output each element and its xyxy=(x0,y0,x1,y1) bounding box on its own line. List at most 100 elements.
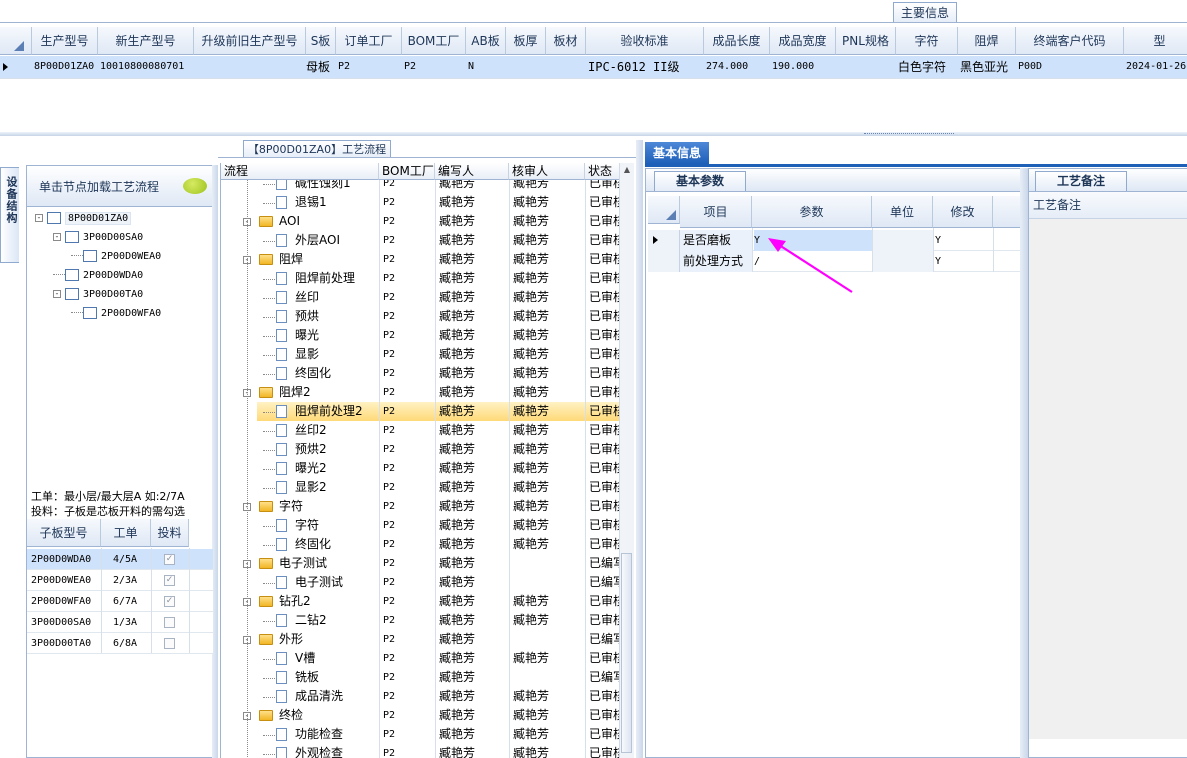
process-step-label[interactable]: 预烘2 xyxy=(295,440,379,459)
sub-grid-col-header[interactable]: 投料 xyxy=(151,519,189,547)
process-step-factory: P2 xyxy=(383,216,396,227)
param-col-header[interactable]: 参数 xyxy=(752,196,872,228)
process-step-label[interactable]: 阻焊前处理2 xyxy=(295,402,379,421)
top-grid-col-header[interactable]: 板厚 xyxy=(506,27,546,55)
top-grid-cell: N xyxy=(468,61,475,72)
process-step-label[interactable]: 字符 xyxy=(279,497,379,516)
top-grid-col-header[interactable]: PNL规格 xyxy=(836,27,896,55)
process-step-label[interactable]: 外形 xyxy=(279,630,379,649)
left-panel-splitter[interactable] xyxy=(212,165,218,758)
process-step-status: 已审核 xyxy=(589,195,621,209)
process-step-factory: P2 xyxy=(383,520,396,531)
process-step-status: 已编写 xyxy=(589,556,621,570)
structure-tree-node[interactable]: 2P00D0WDA0 xyxy=(53,267,143,284)
top-grid-col-header[interactable]: 验收标准 xyxy=(586,27,704,55)
remark-tab[interactable]: 工艺备注 xyxy=(1035,171,1127,191)
sub-grid-col-header[interactable]: 工单 xyxy=(101,519,151,547)
process-scrollbar[interactable]: ▲ xyxy=(619,163,634,758)
top-grid-col-header[interactable]: AB板 xyxy=(466,27,506,55)
process-step-label[interactable]: 显影 xyxy=(295,345,379,364)
process-step-label[interactable]: 钻孔2 xyxy=(279,592,379,611)
feed-checkbox[interactable]: ✓ xyxy=(164,596,175,607)
process-step-label[interactable]: 曝光 xyxy=(295,326,379,345)
process-step-label[interactable]: 阻焊前处理 xyxy=(295,269,379,288)
top-grid-col-header[interactable]: 终端客户代码 xyxy=(1016,27,1124,55)
top-grid-col-header[interactable]: S板 xyxy=(306,27,336,55)
right-splitter[interactable] xyxy=(1020,168,1028,758)
device-structure-side-tab[interactable]: 设备结构 xyxy=(0,167,19,263)
remark-body[interactable] xyxy=(1029,219,1187,739)
structure-tree-node[interactable]: 2P00D0WFA0 xyxy=(71,305,161,322)
basic-params-tab[interactable]: 基本参数 xyxy=(654,171,746,191)
tree-connector xyxy=(53,274,65,275)
top-grid-col-header[interactable]: 成品宽度 xyxy=(770,27,836,55)
top-grid-col-header[interactable]: 新生产型号 xyxy=(98,27,194,55)
top-grid-col-header[interactable]: 阻焊 xyxy=(958,27,1016,55)
basic-info-tab[interactable]: 基本信息 xyxy=(645,142,709,164)
top-grid-col-header[interactable]: 成品长度 xyxy=(704,27,770,55)
folder-icon xyxy=(259,254,273,265)
structure-tree: -8P00D01ZA0 -3P00D00SA0 2P00D0WEA0 2P00D0WD… xyxy=(27,207,215,523)
process-step-factory: P2 xyxy=(383,596,396,607)
structure-tree-node[interactable]: - 3P00D00SA0 xyxy=(53,229,143,246)
process-step-label[interactable]: 成品清洗 xyxy=(295,687,379,706)
process-step-label[interactable]: 终固化 xyxy=(295,535,379,554)
process-step-label[interactable]: 曝光2 xyxy=(295,459,379,478)
process-step-factory: P2 xyxy=(383,254,396,265)
process-step-label[interactable]: 显影2 xyxy=(295,478,379,497)
process-step-label[interactable]: 电子测试 xyxy=(295,573,379,592)
sub-grid-col-header[interactable]: 子板型号 xyxy=(27,519,101,547)
process-step-label[interactable]: 退锡1 xyxy=(295,193,379,212)
process-step-label[interactable]: 预烘 xyxy=(295,307,379,326)
file-icon xyxy=(276,291,287,304)
top-grid-col-header[interactable]: 订单工厂 xyxy=(336,27,402,55)
process-step-label[interactable]: 外观检查 xyxy=(295,744,379,758)
feed-checkbox[interactable] xyxy=(164,617,175,628)
process-step-label[interactable]: 二钻2 xyxy=(295,611,379,630)
process-step-status: 已审核 xyxy=(589,746,621,758)
top-grid-col-header[interactable]: 板材 xyxy=(546,27,586,55)
param-col-header[interactable]: 项目 xyxy=(680,196,752,228)
process-step-status: 已审核 xyxy=(589,461,621,475)
scroll-thumb[interactable] xyxy=(621,553,632,753)
tree-node-label: 2P00D0WEA0 xyxy=(101,251,162,262)
grid-line xyxy=(933,228,934,272)
process-step-label[interactable]: 功能检查 xyxy=(295,725,379,744)
process-step-label[interactable]: 丝印 xyxy=(295,288,379,307)
top-grid-col-header[interactable]: 生产型号 xyxy=(32,27,98,55)
tree-expander-icon[interactable]: - xyxy=(53,232,61,241)
process-step-label[interactable]: AOI xyxy=(279,212,379,231)
process-step-label[interactable]: 铣板 xyxy=(295,668,379,687)
structure-tree-node[interactable]: - 3P00D00TA0 xyxy=(53,286,143,303)
process-step-label[interactable]: V槽 xyxy=(295,649,379,668)
top-grid-col-header[interactable]: BOM工厂 xyxy=(402,27,466,55)
feed-checkbox[interactable]: ✓ xyxy=(164,554,175,565)
top-grid-cell xyxy=(506,56,546,78)
horizontal-splitter[interactable] xyxy=(0,130,1187,140)
structure-tree-node[interactable]: 2P00D0WEA0 xyxy=(71,248,161,265)
feed-checkbox[interactable]: ✓ xyxy=(164,575,175,586)
param-col-header[interactable]: 修改 xyxy=(933,196,993,228)
process-flow-title-tab[interactable]: 【8P00D01ZA0】工艺流程 xyxy=(243,140,391,158)
feed-checkbox[interactable] xyxy=(164,638,175,649)
process-step-label[interactable]: 终固化 xyxy=(295,364,379,383)
main-info-tab[interactable]: 主要信息 xyxy=(893,2,957,22)
top-grid-col-header[interactable]: 字符 xyxy=(896,27,958,55)
tree-expander-icon[interactable]: - xyxy=(53,289,61,298)
folder-icon xyxy=(259,634,273,645)
process-step-label[interactable]: 终检 xyxy=(279,706,379,725)
process-step-label[interactable]: 阻焊 xyxy=(279,250,379,269)
process-step-label[interactable]: 阻焊2 xyxy=(279,383,379,402)
tree-expander-icon[interactable]: - xyxy=(35,213,43,222)
scroll-up-arrow-icon[interactable]: ▲ xyxy=(620,163,634,177)
center-splitter[interactable] xyxy=(636,140,643,758)
structure-tree-node[interactable]: - 8P00D01ZA0 xyxy=(35,210,132,227)
process-step-label[interactable]: 外层AOI xyxy=(295,231,379,250)
param-col-header[interactable]: 单位 xyxy=(872,196,933,228)
top-grid-col-header[interactable]: 型 xyxy=(1124,27,1187,55)
load-flow-hint: 单击节点加载工艺流程 xyxy=(39,180,160,194)
process-step-label[interactable]: 丝印2 xyxy=(295,421,379,440)
process-step-label[interactable]: 字符 xyxy=(295,516,379,535)
process-step-label[interactable]: 电子测试 xyxy=(279,554,379,573)
top-grid-col-header[interactable]: 升级前旧生产型号 xyxy=(194,27,306,55)
